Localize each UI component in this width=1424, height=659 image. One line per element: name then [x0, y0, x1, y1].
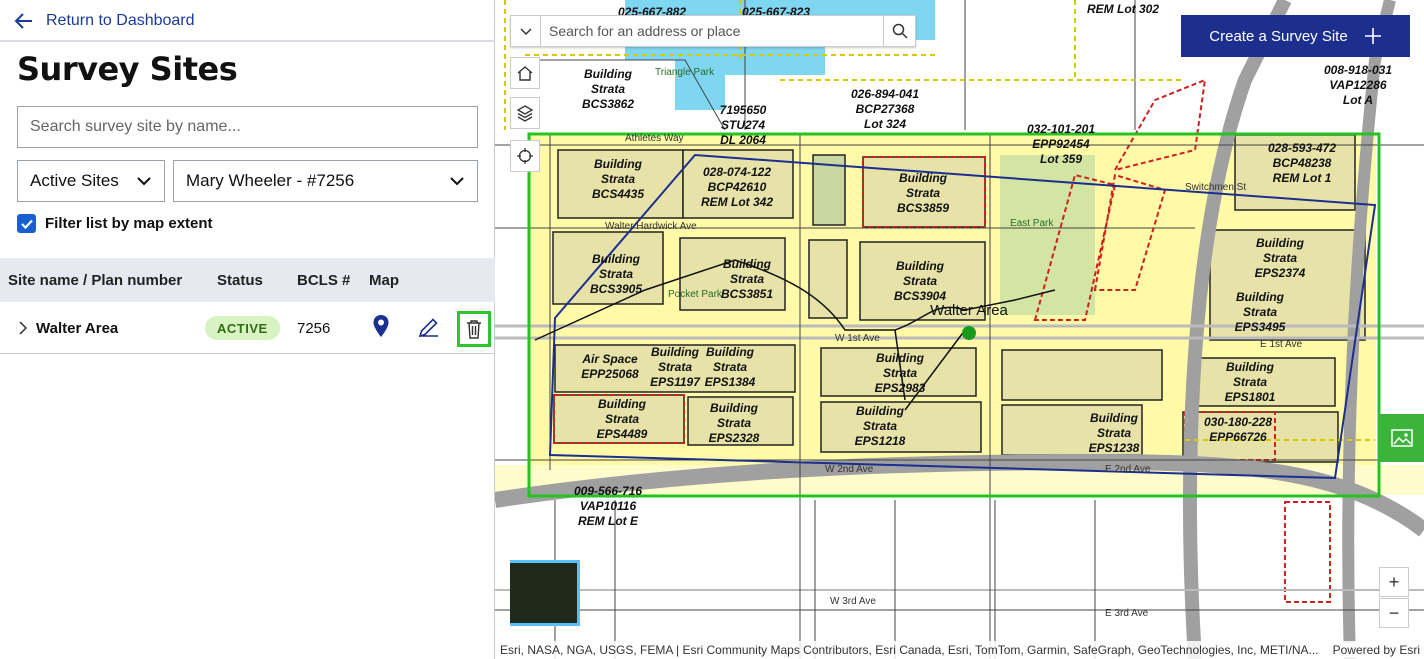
- parcel-label: BCP27368: [856, 102, 915, 116]
- chevron-down-icon: [450, 177, 464, 186]
- crosshair-icon: [517, 148, 533, 164]
- column-header-map: Map: [369, 271, 399, 289]
- survey-sites-panel: Return to Dashboard Survey Sites Active …: [0, 0, 495, 659]
- map-pin-icon[interactable]: [369, 314, 393, 338]
- parcel-label: Lot 359: [1040, 152, 1082, 166]
- status-badge: ACTIVE: [205, 316, 280, 340]
- parcel-label: VAP10116: [580, 499, 637, 513]
- surveyor-filter-select[interactable]: Mary Wheeler - #7256: [173, 160, 478, 202]
- parcel-label: REM Lot 302: [1087, 2, 1159, 16]
- plus-icon: [1364, 28, 1381, 44]
- parcel-label: 026-894-041: [851, 87, 919, 101]
- svg-text:W 1st Ave: W 1st Ave: [835, 333, 880, 344]
- page-title: Survey Sites: [17, 50, 238, 88]
- site-point-marker[interactable]: [962, 326, 976, 340]
- parcel-label: STU274: [721, 118, 765, 132]
- parcel-label: 028-074-122: [703, 165, 771, 179]
- create-survey-site-label: Create a Survey Site: [1209, 27, 1348, 45]
- edit-pencil-icon[interactable]: [417, 315, 441, 339]
- filter-by-extent-label: Filter list by map extent: [45, 215, 213, 232]
- column-header-site-name[interactable]: Site name / Plan number: [8, 272, 182, 289]
- parcel-label: BCP48238: [1273, 156, 1332, 170]
- create-survey-site-button[interactable]: Create a Survey Site: [1181, 15, 1410, 57]
- svg-text:E 3rd Ave: E 3rd Ave: [1105, 608, 1149, 619]
- search-icon: [892, 23, 908, 39]
- search-button[interactable]: [883, 16, 915, 46]
- parcel-label: Air Space: [581, 352, 638, 366]
- parcel-label: 7195650: [720, 103, 767, 117]
- parcel-label: EPP25068: [581, 367, 639, 381]
- table-row[interactable]: Walter Area ACTIVE 7256: [0, 302, 495, 354]
- parcel-label: REM Lot E: [578, 514, 639, 528]
- return-to-dashboard-label: Return to Dashboard: [46, 12, 195, 29]
- parcel-label: 028-593-472: [1268, 141, 1336, 155]
- zoom-in-button[interactable]: +: [1379, 567, 1409, 597]
- attribution-text: Esri, NASA, NGA, USGS, FEMA | Esri Commu…: [500, 643, 1319, 657]
- parcel-label: VAP12286: [1329, 78, 1386, 92]
- checkbox-checked-icon[interactable]: [17, 214, 36, 233]
- delete-site-button[interactable]: [457, 311, 491, 347]
- strata-label: Building Strata BCS3862: [582, 67, 634, 111]
- svg-text:E 1st Ave: E 1st Ave: [1260, 339, 1303, 350]
- chevron-right-icon[interactable]: [17, 321, 29, 335]
- return-to-dashboard-link[interactable]: Return to Dashboard: [14, 8, 195, 34]
- image-icon: [1390, 429, 1413, 447]
- layers-icon: [516, 105, 534, 122]
- parcel-label: DL 2064: [720, 133, 766, 147]
- search-source-dropdown[interactable]: [511, 16, 541, 46]
- status-filter-select[interactable]: Active Sites: [17, 160, 165, 202]
- surveyor-filter-value: Mary Wheeler - #7256: [186, 171, 355, 190]
- parcel-label: Lot 324: [864, 117, 906, 131]
- map-search-box[interactable]: [510, 15, 916, 47]
- home-button[interactable]: [510, 57, 540, 89]
- column-header-bcls[interactable]: BCLS #: [297, 272, 350, 289]
- column-header-status[interactable]: Status: [217, 272, 263, 289]
- parcel-label: REM Lot 342: [701, 195, 773, 209]
- status-filter-value: Active Sites: [30, 171, 119, 190]
- basemap-thumbnail[interactable]: [510, 560, 580, 626]
- svg-text:Switchmen St: Switchmen St: [1185, 182, 1246, 193]
- parcel-label: 009-566-716: [574, 484, 642, 498]
- map-canvas[interactable]: Building Strata BCS3862 Building Strata BCS4…: [495, 0, 1424, 659]
- powered-by-esri[interactable]: Powered by Esri: [1326, 643, 1420, 657]
- map-attribution: Esri, NASA, NGA, USGS, FEMA | Esri Commu…: [495, 641, 1424, 659]
- parcel-label: EPP66726: [1209, 430, 1267, 444]
- map-view[interactable]: Building Strata BCS3862 Building Strata BCS4…: [495, 0, 1424, 659]
- parcel-label: 032-101-201: [1027, 122, 1095, 136]
- header-divider: [0, 40, 495, 42]
- parcel-label: 008-918-031: [1324, 63, 1392, 77]
- parcel-label: REM Lot 1: [1273, 171, 1332, 185]
- arrow-left-icon: [14, 13, 32, 29]
- svg-text:Athletes Way: Athletes Way: [625, 133, 684, 144]
- home-icon: [517, 66, 533, 81]
- svg-text:E 2nd Ave: E 2nd Ave: [1105, 464, 1151, 475]
- locate-button[interactable]: [510, 140, 540, 172]
- bcls-number: 7256: [297, 320, 331, 337]
- trash-icon: [467, 320, 481, 339]
- chevron-down-icon: [519, 28, 532, 36]
- address-search-input[interactable]: [541, 16, 883, 46]
- svg-text:Pocket Park: Pocket Park: [668, 289, 723, 300]
- svg-text:Triangle Park: Triangle Park: [655, 67, 715, 78]
- site-search-input[interactable]: [17, 106, 478, 148]
- chevron-down-icon: [137, 177, 151, 186]
- parcel-label: Lot A: [1343, 93, 1373, 107]
- parcel-label: 030-180-228: [1204, 415, 1272, 429]
- parcel-label: EPP92454: [1032, 137, 1090, 151]
- site-name: Walter Area: [36, 320, 119, 337]
- site-map-label: Walter Area: [930, 302, 1008, 319]
- basemap-toggle-button[interactable]: [1379, 414, 1424, 462]
- svg-text:Walter Hardwick Ave: Walter Hardwick Ave: [605, 221, 697, 232]
- svg-text:East Park: East Park: [1010, 218, 1054, 229]
- parcel-label: BCP42610: [708, 180, 767, 194]
- svg-text:W 3rd Ave: W 3rd Ave: [830, 596, 876, 607]
- svg-text:W 2nd Ave: W 2nd Ave: [825, 464, 874, 475]
- layers-button[interactable]: [510, 97, 540, 129]
- table-header: Site name / Plan number Status BCLS # Ma…: [0, 258, 495, 302]
- filter-by-extent-checkbox[interactable]: Filter list by map extent: [17, 214, 213, 233]
- zoom-out-button[interactable]: −: [1379, 598, 1409, 628]
